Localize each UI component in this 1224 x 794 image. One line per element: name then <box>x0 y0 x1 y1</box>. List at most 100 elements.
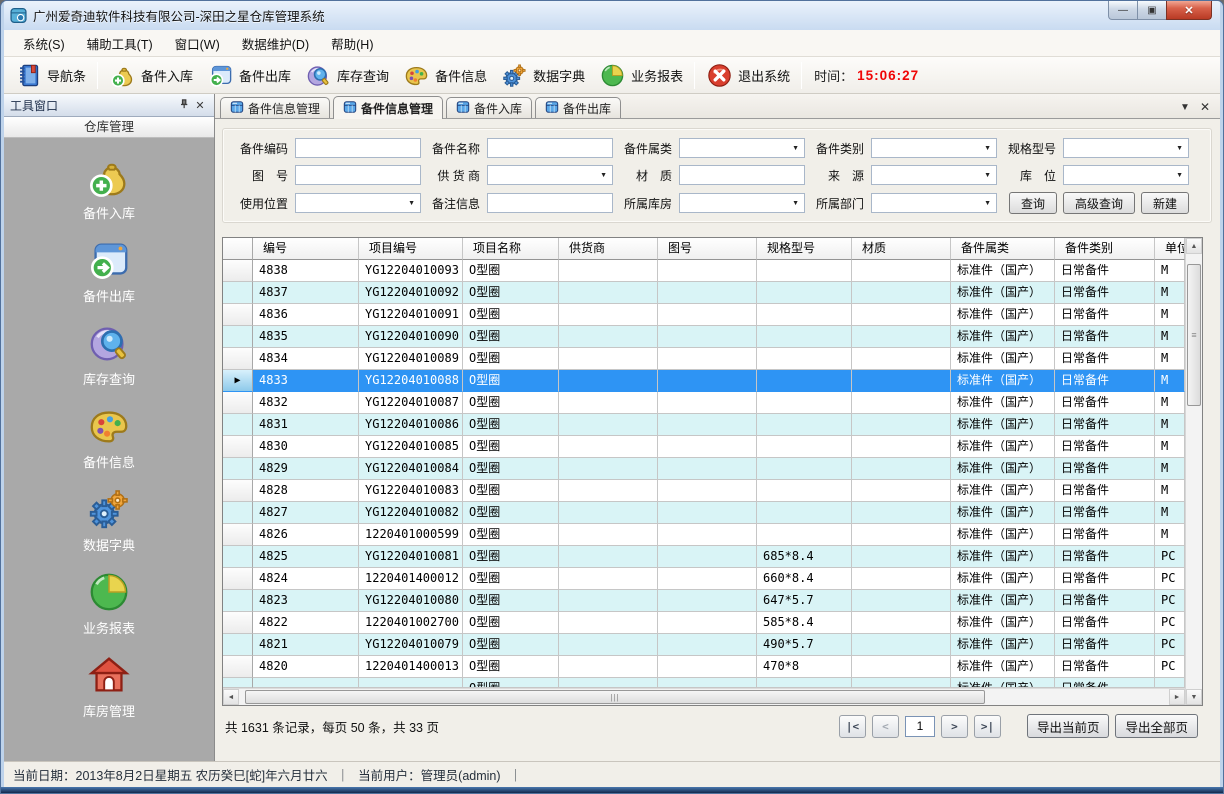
tab-1-active[interactable]: 备件信息管理 <box>333 96 443 119</box>
maximize-window-button[interactable]: ▣ <box>1138 1 1166 20</box>
export-all-pages-button[interactable]: 导出全部页 <box>1115 714 1198 738</box>
table-row[interactable]: 48261220401000599O型圈标准件（国产）日常备件M <box>223 524 1185 546</box>
table-row[interactable]: 48241220401400012O型圈660*8.4标准件（国产）日常备件PC <box>223 568 1185 590</box>
tab-0[interactable]: 备件信息管理 <box>220 97 330 118</box>
table-row[interactable]: 4825YG12204010081O型圈685*8.4标准件（国产）日常备件PC <box>223 546 1185 568</box>
form-select-所属库房[interactable]: ▼ <box>679 193 805 213</box>
column-header-备件类别[interactable]: 备件类别 <box>1055 238 1155 260</box>
form-select-备件类别[interactable]: ▼ <box>871 138 997 158</box>
tool-window-close-icon[interactable]: ✕ <box>192 99 208 112</box>
menu-item-2[interactable]: 窗口(W) <box>164 30 231 57</box>
query-button[interactable]: 查询 <box>1009 192 1057 214</box>
form-input-备注信息[interactable] <box>487 193 613 213</box>
form-input-备件编码[interactable] <box>295 138 421 158</box>
tab-3[interactable]: 备件出库 <box>535 97 621 118</box>
menu-item-1[interactable]: 辅助工具(T) <box>76 30 164 57</box>
sidebar-item-数据字典[interactable]: 数据字典 <box>34 486 184 554</box>
table-row[interactable]: 48221220401002700O型圈585*8.4标准件（国产）日常备件PC <box>223 612 1185 634</box>
column-header-图号[interactable]: 图号 <box>658 238 757 260</box>
table-row[interactable]: 4827YG12204010082O型圈标准件（国产）日常备件M <box>223 502 1185 524</box>
export-current-page-button[interactable]: 导出当前页 <box>1027 714 1110 738</box>
table-row[interactable]: 48201220401400013O型圈470*8标准件（国产）日常备件PC <box>223 656 1185 678</box>
toolbar-button-备件入库[interactable]: 备件入库 <box>102 59 200 92</box>
form-select-供 货 商[interactable]: ▼ <box>487 165 613 185</box>
close-window-button[interactable]: ✕ <box>1166 1 1212 20</box>
menu-item-0[interactable]: 系统(S) <box>12 30 76 57</box>
table-row[interactable]: 4834YG12204010089O型圈标准件（国产）日常备件M <box>223 348 1185 370</box>
toolbar-button-备件信息[interactable]: 备件信息 <box>396 59 494 92</box>
table-row[interactable]: 4831YG12204010086O型圈标准件（国产）日常备件M <box>223 414 1185 436</box>
toolbar-button-数据字典[interactable]: 数据字典 <box>494 59 592 92</box>
table-row[interactable]: 4836YG12204010091O型圈标准件（国产）日常备件M <box>223 304 1185 326</box>
form-input-材 质[interactable] <box>679 165 805 185</box>
sidebar-item-业务报表[interactable]: 业务报表 <box>34 569 184 637</box>
column-header-规格型号[interactable]: 规格型号 <box>757 238 852 260</box>
scroll-down-icon[interactable]: ▼ <box>1186 689 1202 705</box>
vertical-scroll-thumb[interactable]: ≡ <box>1187 264 1201 406</box>
table-row[interactable]: 4830YG12204010085O型圈标准件（国产）日常备件M <box>223 436 1185 458</box>
minimize-window-button[interactable]: — <box>1108 1 1138 20</box>
column-header-项目编号[interactable]: 项目编号 <box>359 238 463 260</box>
toolbar-button-库存查询[interactable]: 库存查询 <box>298 59 396 92</box>
toolbar-button-业务报表[interactable]: 业务报表 <box>592 59 690 92</box>
table-row[interactable]: 4835YG12204010090O型圈标准件（国产）日常备件M <box>223 326 1185 348</box>
sidebar-item-库存查询[interactable]: 库存查询 <box>34 320 184 388</box>
table-row-selected[interactable]: ▶4833YG12204010088O型圈标准件（国产）日常备件M <box>223 370 1185 392</box>
scroll-left-icon[interactable]: ◄ <box>223 689 239 705</box>
new-button[interactable]: 新建 <box>1141 192 1189 214</box>
pin-icon[interactable] <box>176 98 192 113</box>
form-select-库 位[interactable]: ▼ <box>1063 165 1189 185</box>
sidebar-item-库房管理[interactable]: 库房管理 <box>34 652 184 720</box>
tab-list-dropdown-icon[interactable]: ▼ <box>1180 102 1190 113</box>
table-row[interactable]: 4838YG12204010093O型圈标准件（国产）日常备件M <box>223 260 1185 282</box>
table-row[interactable]: 4829YG12204010084O型圈标准件（国产）日常备件M <box>223 458 1185 480</box>
prev-page-button[interactable]: < <box>872 715 899 738</box>
table-row[interactable]: O型圈标准件（国产）日常备件 <box>223 678 1185 688</box>
grid-cell-supplier <box>559 282 658 304</box>
form-select-来 源[interactable]: ▼ <box>871 165 997 185</box>
form-select-使用位置[interactable]: ▼ <box>295 193 421 213</box>
scroll-right-icon[interactable]: ► <box>1169 689 1185 705</box>
form-select-规格型号[interactable]: ▼ <box>1063 138 1189 158</box>
sidebar-item-备件信息[interactable]: 备件信息 <box>34 403 184 471</box>
form-input-备件名称[interactable] <box>487 138 613 158</box>
horizontal-scrollbar[interactable]: ◄ ||| ► <box>223 688 1185 705</box>
column-header-项目名称[interactable]: 项目名称 <box>463 238 559 260</box>
grid-cell-spec <box>757 260 852 282</box>
column-header-单位[interactable]: 单位 <box>1155 238 1185 260</box>
tab-2[interactable]: 备件入库 <box>446 97 532 118</box>
pager-nav-slot-b: > >| <box>941 715 1001 738</box>
first-page-button[interactable]: |< <box>839 715 866 738</box>
toolbar-button-退出系统[interactable]: 退出系统 <box>699 59 797 92</box>
menu-item-4[interactable]: 帮助(H) <box>320 30 384 57</box>
menu-item-3[interactable]: 数据维护(D) <box>231 30 320 57</box>
next-page-button[interactable]: > <box>941 715 968 738</box>
table-row[interactable]: 4828YG12204010083O型圈标准件（国产）日常备件M <box>223 480 1185 502</box>
table-row[interactable]: 4823YG12204010080O型圈647*5.7标准件（国产）日常备件PC <box>223 590 1185 612</box>
grid-cell-id: 4828 <box>253 480 359 502</box>
column-header-供货商[interactable]: 供货商 <box>559 238 658 260</box>
last-page-button[interactable]: >| <box>974 715 1001 738</box>
table-row[interactable]: 4832YG12204010087O型圈标准件（国产）日常备件M <box>223 392 1185 414</box>
column-header-材质[interactable]: 材质 <box>852 238 951 260</box>
form-select-所属部门[interactable]: ▼ <box>871 193 997 213</box>
sidebar-item-备件入库[interactable]: 备件入库 <box>34 154 184 222</box>
column-header-编号[interactable]: 编号 <box>253 238 359 260</box>
toolbar-button-导航条[interactable]: 导航条 <box>8 59 93 92</box>
horizontal-scroll-thumb[interactable]: ||| <box>245 690 985 704</box>
vertical-scrollbar[interactable]: ▲ ≡ ▼ <box>1185 238 1202 705</box>
table-row[interactable]: 4837YG12204010092O型圈标准件（国产）日常备件M <box>223 282 1185 304</box>
form-select-备件属类[interactable]: ▼ <box>679 138 805 158</box>
column-header-备件属类[interactable]: 备件属类 <box>951 238 1055 260</box>
tab-close-icon[interactable]: ✕ <box>1200 100 1210 114</box>
page-number-input[interactable] <box>905 716 935 737</box>
form-input-图 号[interactable] <box>295 165 421 185</box>
tab-label: 备件出库 <box>563 100 611 117</box>
sidebar-item-备件出库[interactable]: 备件出库 <box>34 237 184 305</box>
table-row[interactable]: 4821YG12204010079O型圈490*5.7标准件（国产）日常备件PC <box>223 634 1185 656</box>
toolbar-button-备件出库[interactable]: 备件出库 <box>200 59 298 92</box>
sidebar-group-warehouse[interactable]: 仓库管理 <box>4 117 214 138</box>
advanced-query-button[interactable]: 高级查询 <box>1063 192 1135 214</box>
parts-out-icon <box>207 62 234 89</box>
scroll-up-icon[interactable]: ▲ <box>1186 238 1202 254</box>
